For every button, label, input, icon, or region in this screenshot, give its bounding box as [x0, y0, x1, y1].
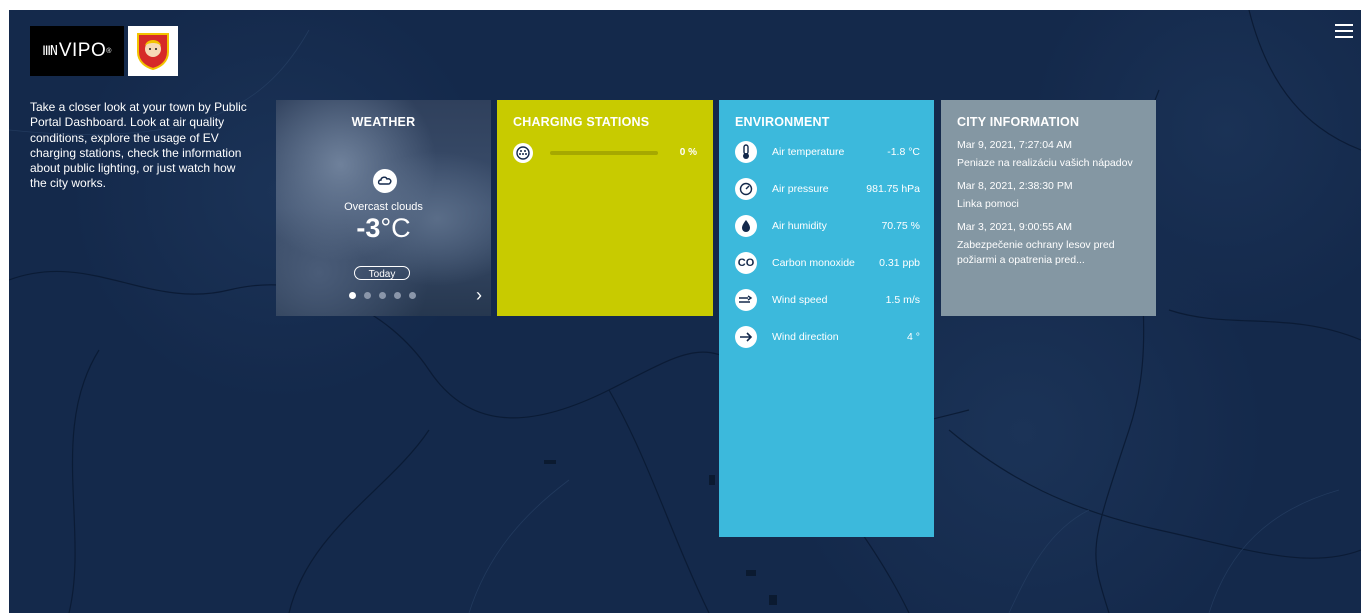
news-date: Mar 9, 2021, 7:27:04 AM — [957, 139, 1072, 151]
weather-temperature: -3°C — [276, 213, 491, 244]
weather-card-title: WEATHER — [351, 115, 416, 129]
trademark-symbol: ® — [106, 47, 112, 55]
env-value: 70.75 % — [881, 220, 920, 232]
invipo-logo-mark: ⅢN — [42, 43, 58, 59]
wind-icon — [735, 289, 757, 311]
env-row-wind-speed[interactable]: Wind speed 1.5 m/s — [735, 289, 920, 313]
env-value: 0.31 ppb — [879, 257, 920, 269]
hamburger-menu-icon[interactable] — [1335, 24, 1353, 38]
env-label: Air humidity — [772, 220, 827, 232]
gauge-icon — [735, 178, 757, 200]
cloud-icon — [373, 169, 397, 193]
env-label: Wind direction — [772, 331, 839, 343]
news-item[interactable]: Mar 3, 2021, 9:00:55 AM Zabezpečenie och… — [957, 221, 1147, 268]
env-row-air-humidity[interactable]: Air humidity 70.75 % — [735, 215, 920, 239]
charging-usage-value: 0 % — [679, 147, 697, 158]
city-card-title: CITY INFORMATION — [957, 115, 1080, 129]
chevron-right-icon[interactable]: › — [476, 285, 482, 306]
environment-card-title: ENVIRONMENT — [735, 115, 830, 129]
env-row-air-temperature[interactable]: Air temperature -1.8 °C — [735, 141, 920, 165]
invipo-logo-text: VIPO — [58, 40, 107, 61]
news-item[interactable]: Mar 8, 2021, 2:38:30 PM Linka pomoci — [957, 180, 1147, 212]
env-value: 981.75 hPa — [866, 183, 920, 195]
env-label: Air temperature — [772, 146, 845, 158]
env-label: Carbon monoxide — [772, 257, 855, 269]
env-label: Wind speed — [772, 294, 828, 306]
news-title: Linka pomoci — [957, 198, 1019, 210]
ev-plug-icon — [513, 143, 533, 163]
intro-description: Take a closer look at your town by Publi… — [30, 100, 247, 191]
temperature-unit: °C — [380, 213, 411, 243]
env-label: Air pressure — [772, 183, 829, 195]
today-button[interactable]: Today — [354, 266, 410, 280]
news-date: Mar 8, 2021, 2:38:30 PM — [957, 180, 1073, 192]
news-date: Mar 3, 2021, 9:00:55 AM — [957, 221, 1072, 233]
page-dot-5[interactable] — [409, 292, 416, 299]
city-coat-of-arms-logo[interactable] — [128, 26, 178, 76]
page-dot-2[interactable] — [364, 292, 371, 299]
env-value: 1.5 m/s — [885, 294, 920, 306]
news-title: Zabezpečenie ochrany lesov pred požiarmi… — [957, 239, 1115, 266]
env-row-wind-direction[interactable]: Wind direction 4 ° — [735, 326, 920, 350]
thermometer-icon — [735, 141, 757, 163]
env-value: 4 ° — [907, 331, 920, 343]
arrow-right-icon — [735, 326, 757, 348]
env-value: -1.8 °C — [887, 146, 920, 158]
droplet-icon — [735, 215, 757, 237]
weather-pagination — [349, 292, 416, 299]
env-row-air-pressure[interactable]: Air pressure 981.75 hPa — [735, 178, 920, 202]
invipo-logo[interactable]: ⅢN VIPO ® — [30, 26, 124, 76]
page-dot-1[interactable] — [349, 292, 356, 299]
charging-usage-bar — [550, 151, 658, 155]
coat-of-arms-icon — [137, 33, 169, 70]
environment-card[interactable]: ENVIRONMENT Air temperature -1.8 °C Air … — [719, 100, 934, 537]
page-dot-3[interactable] — [379, 292, 386, 299]
news-title: Peniaze na realizáciu vašich nápadov — [957, 157, 1133, 169]
env-row-carbon-monoxide[interactable]: CO Carbon monoxide 0.31 ppb — [735, 252, 920, 276]
charging-card-title: CHARGING STATIONS — [513, 115, 650, 129]
city-information-card[interactable]: CITY INFORMATION Mar 9, 2021, 7:27:04 AM… — [941, 100, 1156, 316]
temperature-value: -3 — [356, 213, 381, 243]
weather-description: Overcast clouds — [344, 201, 423, 213]
charging-stations-card[interactable]: CHARGING STATIONS 0 % — [497, 100, 713, 316]
page-dot-4[interactable] — [394, 292, 401, 299]
news-item[interactable]: Mar 9, 2021, 7:27:04 AM Peniaze na reali… — [957, 139, 1147, 171]
co-icon: CO — [735, 252, 757, 274]
